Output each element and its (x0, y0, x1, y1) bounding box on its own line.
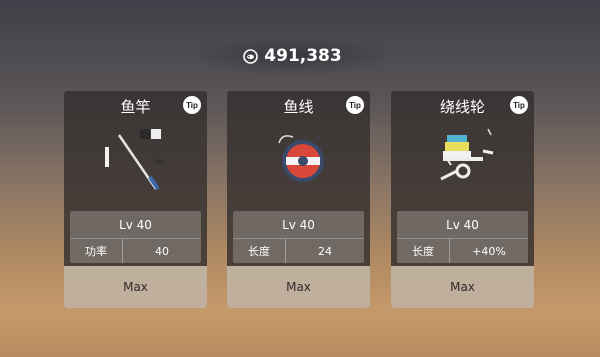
tip-button[interactable]: Tip (346, 96, 364, 114)
upgrade-card-reel: 绕线轮 Tip Lv 40 长度 +40% Max (391, 91, 534, 308)
stat-value: 24 (318, 244, 332, 258)
level-label: Lv 40 (70, 211, 201, 239)
upgrade-card-rod: 鱼竿 Tip Lv 40 功率 40 Max (64, 91, 207, 308)
stat-label: 长度 (397, 239, 450, 263)
level-panel: Lv 40 长度 24 (233, 211, 364, 263)
max-upgrade-button[interactable]: Max (227, 266, 370, 308)
currency-display: 491,383 (195, 38, 390, 74)
tip-button[interactable]: Tip (183, 96, 201, 114)
upgrade-card-line: 鱼线 Tip Lv 40 长度 24 Max (227, 91, 370, 308)
level-label: Lv 40 (397, 211, 528, 239)
level-panel: Lv 40 长度 +40% (397, 211, 528, 263)
currency-amount: 491,383 (264, 46, 342, 66)
max-upgrade-button[interactable]: Max (391, 266, 534, 308)
fishing-line-spool-icon (227, 121, 370, 216)
reel-icon (391, 121, 534, 216)
tip-button[interactable]: Tip (510, 96, 528, 114)
coin-icon (243, 48, 259, 64)
stat-label: 长度 (233, 239, 286, 263)
stat-value: 40 (155, 244, 169, 258)
fishing-rod-icon (64, 121, 207, 216)
stat-value: +40% (472, 244, 506, 258)
level-label: Lv 40 (233, 211, 364, 239)
level-panel: Lv 40 功率 40 (70, 211, 201, 263)
max-upgrade-button[interactable]: Max (64, 266, 207, 308)
stat-label: 功率 (70, 239, 123, 263)
